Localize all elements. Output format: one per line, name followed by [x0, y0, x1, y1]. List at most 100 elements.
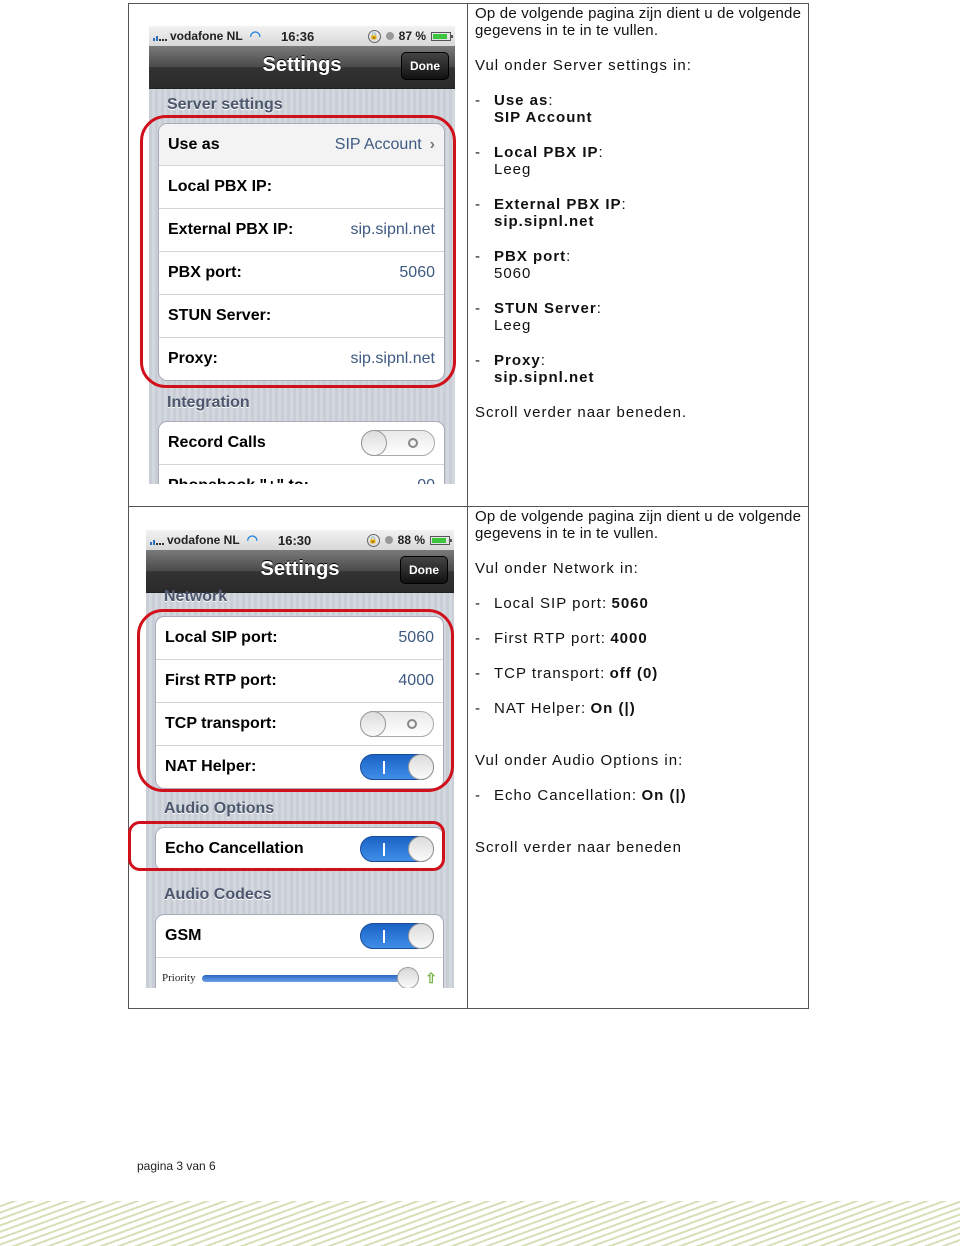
section-label-audio-options: Audio Options	[164, 800, 275, 817]
row-label: PBX port:	[168, 264, 242, 281]
instruction-label: STUN Server	[494, 300, 597, 317]
bullet-dash: -	[475, 665, 481, 682]
instruction-label: Echo Cancellation:	[494, 787, 638, 804]
intro-text: Op de volgende pagina zijn dient u de vo…	[475, 5, 802, 39]
row-use-as[interactable]: Use as SIP Account ›	[159, 124, 444, 166]
instruction-label: External PBX IP	[494, 196, 622, 213]
battery-percent: 87 %	[398, 29, 426, 43]
row-value[interactable]: 4000	[398, 672, 434, 690]
bullet-dash: -	[475, 92, 481, 109]
toggle-knob	[360, 711, 386, 737]
decorative-footer-stripes	[0, 1201, 960, 1246]
row-label: Local PBX IP:	[168, 178, 273, 195]
instruction-label: First RTP port:	[494, 630, 606, 647]
instruction-label: Local PBX IP	[494, 144, 599, 161]
section-label-network: Network	[164, 588, 228, 605]
row-local-pbx-ip[interactable]: Local PBX IP:	[159, 166, 444, 209]
gsm-toggle[interactable]	[360, 923, 434, 949]
bullet-dash: -	[475, 595, 481, 612]
toggle-on-mark-icon	[383, 843, 385, 856]
instructions-network: Op de volgende pagina zijn dient u de vo…	[475, 508, 805, 856]
toggle-off-mark-icon	[407, 719, 417, 729]
section-heading-audio: Vul onder Audio Options in:	[475, 752, 684, 769]
instruction-label: Local SIP port:	[494, 595, 608, 612]
row-pbx-port[interactable]: PBX port: 5060	[159, 252, 444, 295]
record-calls-toggle[interactable]	[361, 430, 435, 456]
signal-icon	[150, 535, 164, 545]
echo-cancellation-toggle[interactable]	[360, 836, 434, 862]
instruction-separator: :	[596, 300, 602, 317]
bullet-dash: -	[475, 700, 481, 717]
toggle-on-mark-icon	[383, 930, 385, 943]
slider-knob[interactable]	[397, 966, 420, 988]
toggle-knob	[361, 430, 387, 456]
row-proxy[interactable]: Proxy: sip.sipnl.net	[159, 338, 444, 380]
instruction-item: - NAT Helper: On (|)	[475, 700, 805, 717]
row-local-sip-port[interactable]: Local SIP port: 5060	[156, 617, 443, 660]
row-stun-server[interactable]: STUN Server:	[159, 295, 444, 338]
instruction-separator: :	[540, 352, 546, 369]
rotation-lock-icon: 🔒	[366, 533, 380, 547]
done-button[interactable]: Done	[400, 556, 448, 584]
alarm-icon	[385, 32, 394, 40]
instruction-value: 5060	[611, 595, 649, 612]
instruction-label: Proxy	[494, 352, 541, 369]
instruction-value: sip.sipnl.net	[494, 213, 595, 230]
phone-screenshot-network: vodafone NL ◠ 16:30 🔒 88 % Settings Done…	[146, 530, 454, 988]
row-value[interactable]: sip.sipnl.net	[351, 221, 436, 239]
row-first-rtp-port[interactable]: First RTP port: 4000	[156, 660, 443, 703]
row-label: Record Calls	[168, 434, 266, 451]
network-group: Local SIP port: 5060 First RTP port: 400…	[155, 616, 444, 789]
bullet-dash: -	[475, 352, 481, 369]
instruction-value: On (|)	[641, 787, 687, 804]
section-label-audio-codecs: Audio Codecs	[164, 886, 272, 903]
row-label: Local SIP port:	[165, 629, 278, 646]
status-time: 16:36	[281, 28, 315, 44]
row-label: Use as	[168, 135, 220, 153]
row-record-calls: Record Calls	[159, 422, 444, 465]
row-value[interactable]: 00	[417, 477, 435, 484]
row-label: External PBX IP:	[168, 221, 294, 238]
priority-up-arrow-icon[interactable]: ⇧	[425, 970, 437, 987]
instruction-item: - PBX port: 5060	[475, 248, 805, 282]
row-phonebook-plus[interactable]: Phonebook "+" to: 00	[159, 465, 444, 484]
alarm-icon	[384, 536, 393, 544]
instruction-label: TCP transport:	[494, 665, 606, 682]
row-external-pbx-ip[interactable]: External PBX IP: sip.sipnl.net	[159, 209, 444, 252]
row-label: First RTP port:	[165, 672, 277, 689]
bullet-dash: -	[475, 144, 481, 161]
audio-options-group: Echo Cancellation	[155, 827, 444, 871]
toggle-knob	[408, 923, 434, 949]
instruction-item: - Local PBX IP: Leeg	[475, 144, 805, 178]
carrier-name: vodafone NL	[167, 533, 240, 547]
instruction-item: - Local SIP port: 5060	[475, 595, 805, 612]
row-value: SIP Account	[334, 135, 422, 153]
instruction-item: - External PBX IP: sip.sipnl.net	[475, 196, 805, 230]
nat-helper-toggle[interactable]	[360, 754, 434, 780]
table-row-divider	[129, 506, 808, 507]
instruction-value: Leeg	[494, 317, 532, 334]
row-value[interactable]: 5060	[398, 629, 434, 647]
instruction-separator: :	[621, 196, 627, 213]
instruction-item: - TCP transport: off (0)	[475, 665, 805, 682]
row-label: Proxy:	[168, 350, 218, 367]
toggle-knob	[408, 836, 434, 862]
priority-slider[interactable]	[201, 966, 420, 988]
instruction-value: 5060	[494, 265, 532, 282]
row-label: Phonebook "+" to:	[168, 477, 309, 484]
done-button[interactable]: Done	[401, 52, 449, 80]
row-value[interactable]: sip.sipnl.net	[351, 350, 436, 368]
status-bar: vodafone NL ◠ 16:30 🔒 88 %	[146, 530, 454, 550]
carrier-name: vodafone NL	[170, 29, 243, 43]
section-heading-network: Vul onder Network in:	[475, 560, 639, 577]
tcp-transport-toggle[interactable]	[360, 711, 434, 737]
navigation-bar: Settings Done	[146, 550, 454, 593]
row-label: STUN Server:	[168, 307, 272, 324]
priority-label: Priority	[162, 972, 196, 984]
section-heading: Vul onder Server settings in:	[475, 57, 692, 74]
server-settings-group: Use as SIP Account › Local PBX IP: Exter…	[158, 123, 445, 381]
bullet-dash: -	[475, 630, 481, 647]
instruction-value: off (0)	[609, 665, 659, 682]
row-value[interactable]: 5060	[399, 264, 435, 282]
instruction-label: PBX port	[494, 248, 567, 265]
